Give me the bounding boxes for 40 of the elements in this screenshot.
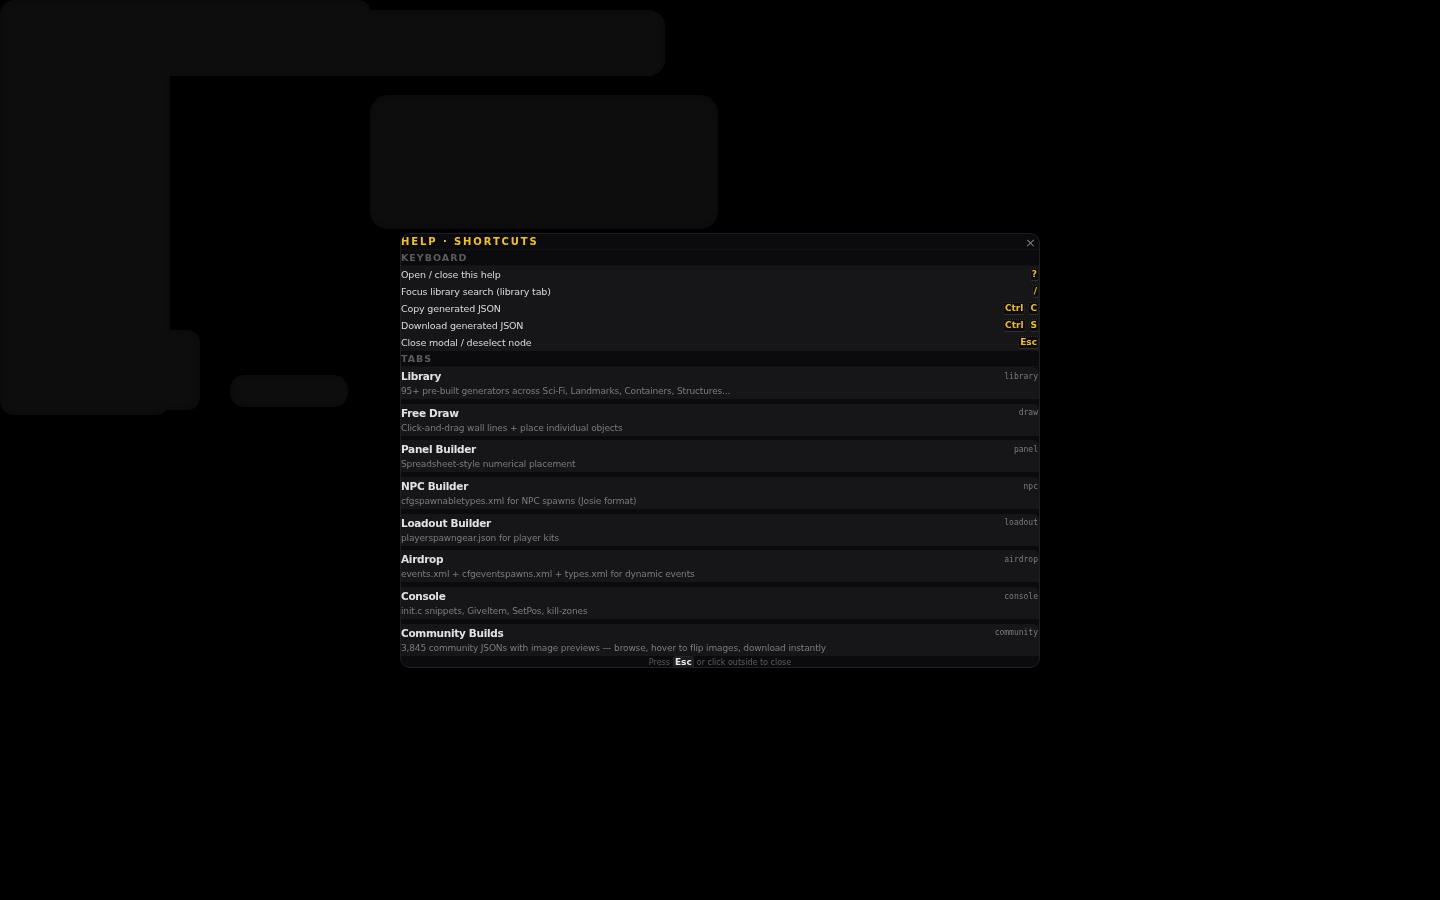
shortcut-label: Focus library search (library tab) [401,286,551,297]
tab-tag: draw [1018,408,1039,418]
tab-description: Spreadsheet-style numerical placement [401,458,577,472]
key-badge: C [1028,302,1039,315]
key-badge: S [1028,319,1039,332]
key-badge: Ctrl [1003,319,1026,332]
tab-title: Community Builds [401,626,504,639]
tab-title: Panel Builder [401,443,476,456]
tab-title: Free Draw [401,406,459,419]
footer-hint: or click outside to close [696,657,792,667]
tab-description: cfgspawnabletypes.xml for NPC spawns (Josie format) [401,495,638,509]
tab-tag: airdrop [1004,554,1039,564]
close-button[interactable]: × [1023,237,1038,249]
tab-title: Loadout Builder [401,516,491,529]
tab-description: Click-and-drag wall lines + place individual objects [401,421,624,435]
tab-title: Console [401,590,446,603]
key-badge: Ctrl [1002,302,1026,315]
tab-tag: loadout [1004,518,1039,528]
key-badge: ? [1029,268,1039,281]
shortcut-label: Open / close this help [401,269,501,280]
tab-description: 95+ pre-built generators across Sci-Fi, Landmarks, Containers, Structures... [401,385,732,398]
shortcut-label: Copy generated JSON [401,303,501,314]
tab-description: 3,845 community JSONs with image previews — browse, hover to flip images, download instantly [401,641,828,655]
tab-title: Library [401,370,441,382]
shortcut-label: Download generated JSON [401,320,524,331]
tab-tag: npc [1023,481,1039,491]
tab-description: playerspawngear.json for player kits [401,531,560,545]
tab-description: events.xml + cfgeventspawns.xml + types.xml for dynamic events [401,568,696,582]
tab-tag: library [1004,371,1039,381]
dialog-title: HELP · SHORTCUTS [401,234,539,249]
tab-tag: panel [1013,444,1039,454]
footer-hint: Press [648,657,670,667]
key-badge: Esc [1018,336,1039,349]
tab-title: NPC Builder [401,480,469,493]
shortcut-label: Close modal / deselect node [401,337,532,348]
tab-title: Airdrop [401,553,444,566]
tab-description: init.c snippets, GiveItem, SetPos, kill-zones [401,605,589,619]
tab-tag: community [994,628,1039,638]
tab-tag: console [1004,591,1039,601]
key-badge: / [1031,285,1039,298]
